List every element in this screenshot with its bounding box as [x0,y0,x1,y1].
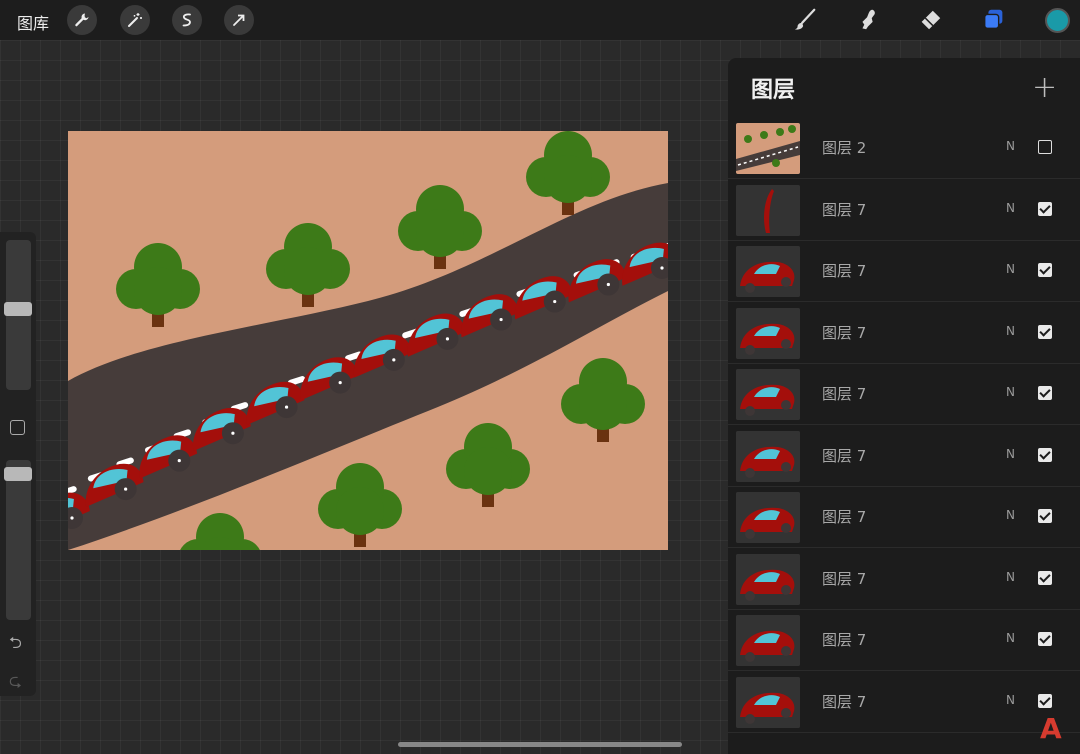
layer-thumbnail[interactable] [736,246,800,297]
layer-thumbnail[interactable] [736,369,800,420]
layer-blend-mode[interactable]: N [1006,262,1015,276]
tree-foliage [284,247,332,295]
brush-size-knob[interactable] [4,302,32,316]
opacity-knob[interactable] [4,467,32,481]
car-hubcap [392,358,396,362]
smudge-icon[interactable] [854,6,882,34]
layer-blend-mode[interactable]: N [1006,508,1015,522]
layer-row[interactable]: 图层 7 N [728,610,1080,671]
brush-icon[interactable] [791,6,819,34]
layer-name[interactable]: 图层 2 [822,137,866,158]
layer-thumbnail[interactable] [736,430,800,482]
modify-button[interactable] [10,420,25,435]
layer-thumbnail[interactable] [736,123,800,174]
undo-icon[interactable]: ⮌ [9,632,22,659]
magic-wand-icon[interactable] [120,5,150,35]
layer-row[interactable]: 图层 7 N [728,241,1080,302]
car-hubcap [553,299,557,304]
layer-name[interactable]: 图层 7 [822,445,866,466]
eraser-icon[interactable] [916,6,944,34]
gallery-button[interactable]: 图库 [17,10,49,34]
layer-thumbnail[interactable] [736,615,800,666]
add-layer-button[interactable]: + [1032,70,1057,105]
car-hubcap [284,405,289,409]
layer-name[interactable]: 图层 7 [822,383,866,404]
layer-visibility-checkbox[interactable] [1038,509,1052,523]
layer-visibility-checkbox[interactable] [1038,570,1052,585]
layer-row[interactable]: 图层 7 N [728,549,1080,610]
layer-row[interactable]: 图层 7 N [728,180,1080,241]
layer-visibility-checkbox[interactable] [1038,201,1052,216]
layer-name[interactable]: 图层 7 [822,568,866,589]
car-hubcap [231,431,235,435]
layers-title: 图层 [751,78,796,103]
layer-blend-mode[interactable]: N [1006,631,1015,645]
top-toolbar: 图库 [0,0,1080,40]
layer-visibility-checkbox[interactable] [1038,263,1052,277]
layer-name[interactable]: 图层 7 [822,506,866,527]
layer-visibility-checkbox[interactable] [1038,693,1052,708]
layer-name[interactable]: 图层 7 [822,199,866,220]
layer-thumbnail[interactable] [736,307,800,359]
layers-icon[interactable] [980,6,1008,34]
layer-name[interactable]: 图层 7 [822,260,866,281]
brush-sidebar: ⮌ ⮎ [0,232,36,696]
layer-name[interactable]: 图层 7 [822,322,866,343]
layer-row[interactable]: 图层 2 N [728,118,1080,179]
layer-thumbnail[interactable] [736,553,800,605]
layer-visibility-checkbox[interactable] [1038,386,1052,400]
layer-name[interactable]: 图层 7 [822,629,866,650]
layer-visibility-checkbox[interactable] [1038,324,1052,339]
layer-blend-mode[interactable]: N [1006,447,1015,461]
layer-visibility-checkbox[interactable] [1038,632,1052,646]
layer-row[interactable]: 图层 7 N [728,672,1080,733]
layer-thumbnail[interactable] [736,676,800,728]
layer-visibility-checkbox[interactable] [1038,140,1052,154]
tree-foliage [579,382,627,430]
opacity-slider[interactable] [6,460,31,620]
layer-blend-mode[interactable]: N [1006,201,1015,215]
layer-row[interactable]: 图层 7 N [728,426,1080,487]
transform-arrow-icon[interactable] [224,5,254,35]
tree-foliage [464,447,512,495]
car-hubcap [338,380,342,385]
tree-foliage [544,155,592,203]
canvas-artwork [68,131,668,550]
home-indicator[interactable] [398,742,682,747]
car-hubcap [606,282,610,287]
watermark-logo: A [1040,712,1062,745]
car-hubcap [124,487,128,491]
car-hubcap [499,317,503,322]
layer-blend-mode[interactable]: N [1006,385,1015,399]
layer-blend-mode[interactable]: N [1006,324,1015,338]
car-hubcap [445,337,450,341]
color-picker-swatch[interactable] [1045,8,1070,33]
drawing-canvas[interactable] [68,131,668,550]
redo-icon[interactable]: ⮎ [9,670,22,697]
layer-name[interactable]: 图层 7 [822,691,866,712]
layer-visibility-checkbox[interactable] [1038,447,1052,462]
layer-thumbnail[interactable] [736,184,800,236]
tree-foliage [336,487,384,535]
tree-foliage [416,209,464,257]
layer-row[interactable]: 图层 7 N [728,303,1080,364]
layer-blend-mode[interactable]: N [1006,570,1015,584]
layer-thumbnail[interactable] [736,492,800,543]
car-hubcap [70,516,74,520]
layers-panel: 图层 + 图层 2 N 图层 7 N 图层 7 N 图层 7 N 图层 7 N 图层 7 N 图层 7 N… [728,58,1080,754]
layer-blend-mode[interactable]: N [1006,693,1015,707]
tree-foliage [134,267,182,315]
layer-row[interactable]: 图层 7 N [728,364,1080,425]
selection-icon[interactable] [172,5,202,35]
car-hubcap [660,266,664,270]
layer-blend-mode[interactable]: N [1006,139,1015,153]
layer-row[interactable]: 图层 7 N [728,487,1080,548]
car-hubcap [177,459,181,463]
wrench-icon[interactable] [67,5,97,35]
